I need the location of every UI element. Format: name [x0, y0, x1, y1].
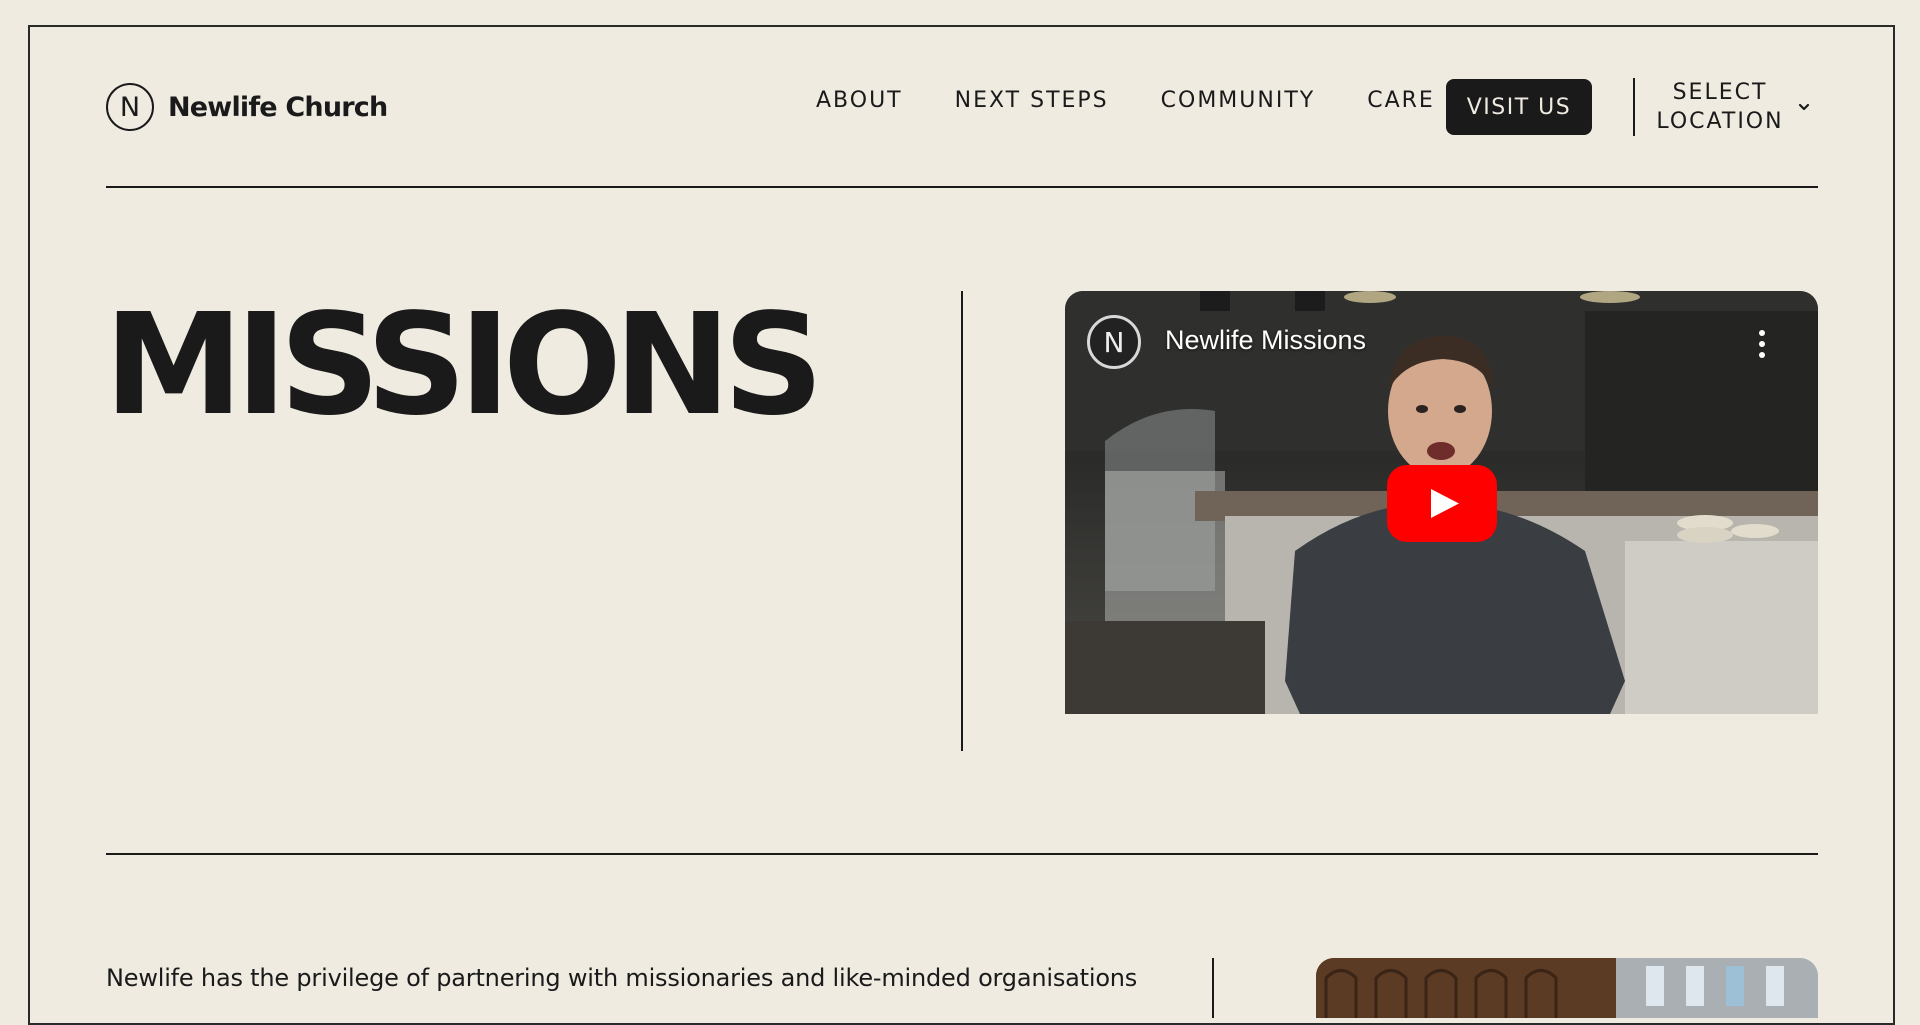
channel-avatar[interactable]: N [1087, 315, 1141, 369]
location-line-1: SELECT [1672, 80, 1768, 105]
video-embed[interactable]: N Newlife Missions [1065, 291, 1818, 714]
church-interior-image [1316, 958, 1818, 1018]
video-title[interactable]: Newlife Missions [1165, 325, 1366, 356]
intro-column-divider [1212, 958, 1214, 1018]
logo-icon: N [106, 83, 154, 131]
nav-next-steps[interactable]: NEXT STEPS [955, 88, 1109, 113]
section-rule [106, 853, 1818, 855]
more-options-icon[interactable] [1758, 329, 1766, 359]
header-rule [106, 186, 1818, 188]
visit-us-button[interactable]: VISIT US [1446, 79, 1592, 135]
church-interior-photo [1316, 958, 1818, 1018]
chevron-down-icon [1798, 103, 1810, 111]
nav-care[interactable]: CARE [1367, 88, 1435, 113]
logo-text: Newlife Church [168, 91, 388, 123]
nav-community[interactable]: COMMUNITY [1161, 88, 1316, 113]
play-button-icon[interactable] [1387, 465, 1497, 542]
nav-about[interactable]: ABOUT [816, 88, 903, 113]
site-logo[interactable]: N Newlife Church [106, 83, 388, 131]
location-line-2: LOCATION [1656, 109, 1784, 134]
main-nav: ABOUT NEXT STEPS COMMUNITY CARE [816, 88, 1435, 113]
select-location-dropdown[interactable]: SELECT LOCATION [1655, 78, 1815, 136]
hero-column-divider [961, 291, 963, 751]
page-title: MISSIONS [104, 284, 824, 447]
select-location-label: SELECT LOCATION [1655, 78, 1785, 136]
header-divider [1633, 78, 1635, 136]
intro-paragraph: Newlife has the privilege of partnering … [106, 964, 1138, 992]
